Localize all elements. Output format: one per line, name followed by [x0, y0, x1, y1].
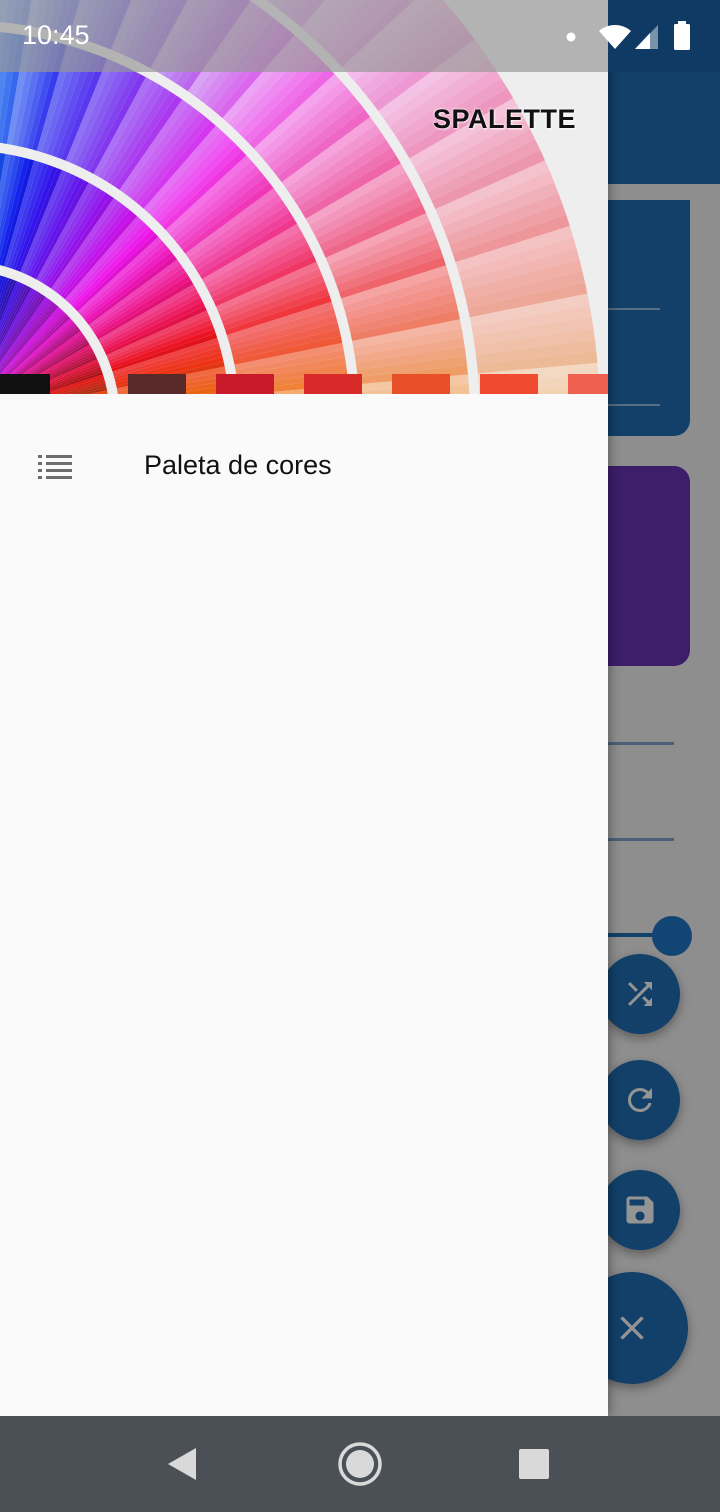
list-icon	[38, 455, 72, 479]
swatch-card	[392, 374, 450, 394]
status-bar: 10:45	[0, 0, 720, 72]
swatch-card	[304, 374, 362, 394]
brand-title: SPALETTE	[432, 104, 576, 134]
nav-item-paleta-de-cores[interactable]: Paleta de cores	[0, 430, 608, 502]
nav-item-label: Paleta de cores	[144, 450, 332, 480]
home-icon[interactable]	[336, 1440, 384, 1488]
clock: 10:45	[22, 20, 90, 50]
cell-signal-icon	[635, 25, 658, 49]
swatch-card	[216, 374, 274, 394]
wifi-icon	[599, 25, 631, 49]
system-navigation-bar	[0, 1416, 720, 1512]
notification-dot-icon	[566, 32, 576, 42]
swatch-card	[480, 374, 538, 394]
swatch-card	[0, 374, 50, 394]
recents-icon[interactable]	[510, 1440, 558, 1488]
swatch-card	[568, 374, 608, 394]
battery-icon	[674, 21, 690, 50]
back-icon[interactable]	[160, 1440, 208, 1488]
navigation-drawer: SPALETTE Paleta de cores	[0, 0, 608, 1416]
swatch-card	[128, 374, 186, 394]
